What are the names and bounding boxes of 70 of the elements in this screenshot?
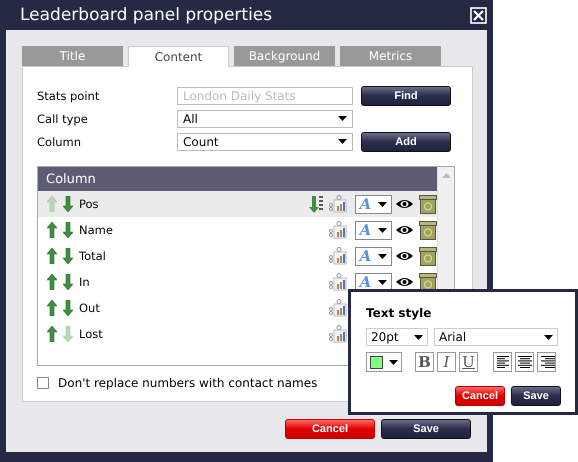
column-name: In [79,275,90,289]
size-dropdown[interactable]: 20pt [366,328,428,346]
popup-title: Text style [366,306,432,322]
move-down-icon[interactable] [63,274,73,290]
chart-icon[interactable] [329,273,347,291]
color-dropdown[interactable] [366,352,402,372]
bold-button[interactable]: B [415,352,434,372]
field-label: Column [37,134,82,148]
move-up-icon[interactable] [47,274,57,290]
trash-icon[interactable] [419,246,437,266]
caret-icon [378,202,388,206]
call-type-dropdown[interactable]: All [177,110,353,128]
align-right-button[interactable] [537,352,556,372]
caret-icon [338,116,347,121]
move-down-icon[interactable] [63,196,73,212]
underline-button[interactable]: U [459,352,478,372]
caret-icon [338,139,347,144]
eye-icon[interactable] [396,225,413,235]
save-button[interactable]: Find [361,86,451,106]
sort-descending-icon[interactable] [309,196,323,212]
stats-point-field[interactable]: London Daily Stats [177,86,353,104]
save-button[interactable]: Save [381,419,471,439]
checkbox-label: Don't replace numbers with contact names [58,376,318,390]
save-button[interactable]: Add [361,132,451,152]
eye-icon[interactable] [396,199,413,209]
trash-icon[interactable] [419,194,437,214]
move-up-icon[interactable] [47,326,57,342]
chart-icon[interactable] [329,221,347,239]
move-up-icon[interactable] [47,222,57,238]
move-down-icon[interactable] [63,222,73,238]
move-down-icon[interactable] [63,300,73,316]
field-label: Call type [37,112,89,126]
italic-button[interactable]: I [437,352,456,372]
eye-icon[interactable] [396,277,413,287]
caret-icon [389,360,398,364]
column-name: Pos [79,197,99,211]
move-up-icon[interactable] [47,248,57,264]
checkbox[interactable] [37,377,49,389]
window-title: Leaderboard panel properties [20,5,272,25]
cancel-button[interactable]: Cancel [455,386,505,406]
save-button[interactable]: Save [511,386,561,406]
chart-icon[interactable] [329,299,347,317]
column-dropdown[interactable]: Count [177,132,353,150]
column-name: Name [79,223,113,237]
font-dropdown[interactable]: Arial [434,328,558,346]
cancel-button[interactable]: Cancel [285,419,375,439]
column-name: Lost [79,327,103,341]
caret-icon [378,228,388,232]
tab[interactable]: Content [128,46,229,67]
caret-icon [544,334,553,340]
eye-icon[interactable] [396,251,413,261]
caret-icon [378,254,388,258]
column-row[interactable]: Total A [38,243,437,269]
move-down-icon[interactable] [63,248,73,264]
align-left-button[interactable] [493,352,512,372]
column-row[interactable]: Pos A [38,191,437,217]
column-header: Column [38,167,437,191]
trash-icon[interactable] [419,220,437,240]
close-icon[interactable] [470,6,487,24]
chart-icon[interactable] [329,325,347,343]
column-row[interactable]: Name A [38,217,437,243]
move-up-icon[interactable] [47,300,57,316]
chart-icon[interactable] [329,195,347,213]
column-name: Out [79,301,100,315]
caret-icon [414,334,423,340]
column-name: Total [79,249,106,263]
align-center-button[interactable] [515,352,534,372]
field-label: Stats point [37,88,100,102]
caret-icon [378,280,388,284]
chart-icon[interactable] [329,247,347,265]
